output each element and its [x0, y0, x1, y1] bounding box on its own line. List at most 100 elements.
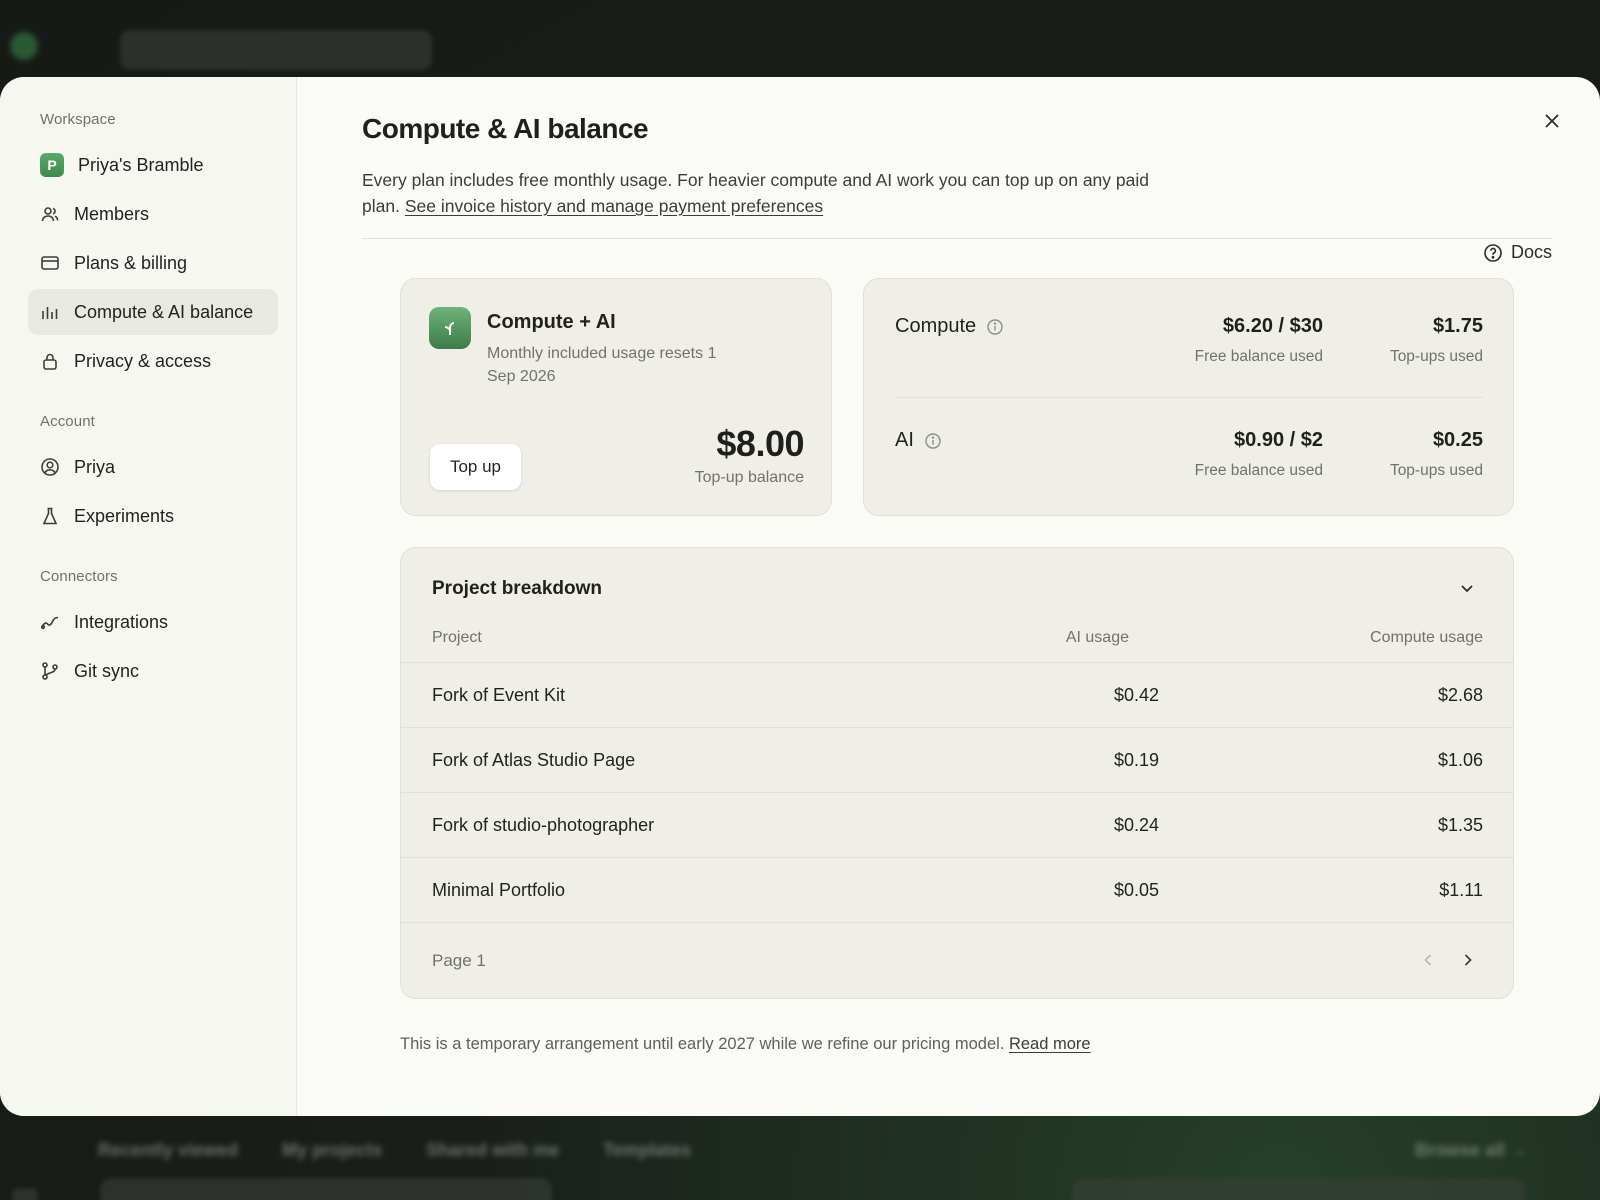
sidebar-item-label: Experiments — [74, 505, 175, 526]
sidebar-item-workspace[interactable]: P Priya's Bramble — [28, 142, 278, 188]
usage-name-label: AI — [895, 429, 914, 451]
chevron-right-icon — [1464, 954, 1472, 966]
cell-project: Fork of Atlas Studio Page — [432, 750, 636, 770]
cell-ai-usage: $0.24 — [1113, 815, 1159, 835]
usage-name-label: Compute — [895, 315, 977, 337]
background-tab: Shared with me — [426, 1140, 560, 1160]
project-breakdown: Project breakdown Project AI usage Compu… — [400, 547, 1514, 999]
free-balance-label: Free balance used — [1194, 462, 1323, 479]
next-page-button[interactable] — [1457, 949, 1479, 971]
workspace-avatar: P — [40, 153, 64, 177]
sidebar-section-account: Account — [40, 413, 95, 430]
main-content: Compute & AI balance Every plan includes… — [297, 77, 1600, 1116]
usage-card: Compute $6.20 / $30 Free balance used $1… — [863, 278, 1514, 516]
balance-cards: Compute + AI Monthly included usage rese… — [400, 278, 1514, 516]
background-tab: My projects — [282, 1140, 383, 1160]
cell-project: Fork of studio-photographer — [432, 815, 655, 835]
free-balance-col: $0.90 / $2 Free balance used — [1195, 429, 1323, 480]
topup-balance-amount: $8.00 — [716, 423, 804, 464]
usage-name: Compute — [895, 315, 1004, 338]
sidebar-item-members[interactable]: Members — [28, 191, 278, 237]
sidebar-section-workspace: Workspace — [40, 111, 116, 128]
sidebar-section-connectors: Connectors — [40, 568, 118, 585]
sidebar-item-git-sync[interactable]: Git sync — [28, 648, 278, 694]
free-balance-col: $6.20 / $30 Free balance used — [1195, 315, 1323, 366]
usage-row-ai: AI $0.90 / $2 Free balance used $0.25 To… — [895, 429, 1483, 519]
breakdown-title: Project breakdown — [432, 578, 602, 599]
invoice-history-link[interactable]: See invoice history and manage payment p… — [405, 196, 823, 216]
sidebar-item-label: Members — [74, 203, 150, 224]
cell-project: Minimal Portfolio — [432, 880, 566, 900]
sidebar-item-label: Integrations — [74, 611, 169, 632]
free-balance-value: $0.90 / $2 — [1234, 429, 1323, 451]
lock-icon — [43, 353, 57, 370]
help-circle-icon — [1484, 243, 1502, 262]
sidebar-item-integrations[interactable]: Integrations — [28, 599, 278, 645]
user-circle-icon — [41, 458, 59, 476]
collapse-toggle[interactable] — [1457, 578, 1477, 598]
cell-ai-usage: $0.19 — [1113, 750, 1159, 770]
git-branch-icon — [42, 662, 58, 680]
settings-sidebar: Workspace P Priya's Bramble Members Plan… — [0, 77, 297, 1116]
background-card — [100, 1178, 552, 1200]
table-row[interactable]: Fork of Event Kit $0.42 $2.68 — [401, 662, 1513, 727]
free-balance-label: Free balance used — [1194, 348, 1323, 365]
cell-ai-usage: $0.05 — [1113, 880, 1159, 900]
chevron-down-icon — [1461, 585, 1473, 593]
chevron-left-icon — [1424, 954, 1432, 966]
info-icon[interactable] — [924, 432, 942, 450]
plan-card: Compute + AI Monthly included usage rese… — [400, 278, 832, 516]
page-indicator: Page 1 — [432, 951, 486, 970]
plan-icon — [429, 307, 471, 349]
close-button[interactable] — [1540, 109, 1564, 133]
sidebar-item-label: Plans & billing — [74, 252, 188, 273]
sidebar-item-plans-billing[interactable]: Plans & billing — [28, 240, 278, 286]
free-balance-value: $6.20 / $30 — [1222, 315, 1323, 337]
sidebar-item-label: Git sync — [74, 660, 140, 681]
close-icon — [1545, 114, 1559, 128]
background-card — [1072, 1178, 1526, 1200]
table-row[interactable]: Fork of Atlas Studio Page $0.19 $1.06 — [401, 727, 1513, 792]
flask-icon — [42, 507, 58, 525]
sidebar-item-label: Priya's Bramble — [78, 154, 204, 175]
table-row[interactable]: Fork of studio-photographer $0.24 $1.35 — [401, 792, 1513, 857]
usage-row-compute: Compute $6.20 / $30 Free balance used $1… — [895, 315, 1483, 405]
bar-chart-icon — [42, 307, 58, 319]
sprout-icon — [444, 322, 455, 335]
sidebar-item-privacy-access[interactable]: Privacy & access — [28, 338, 278, 384]
topup-balance-label: Top-up balance — [694, 469, 804, 486]
docs-label: Docs — [1510, 242, 1552, 262]
usage-divider — [895, 397, 1483, 398]
table-header: Project AI usage Compute usage — [432, 629, 1483, 649]
page-title: Compute & AI balance — [362, 113, 649, 144]
sidebar-item-experiments[interactable]: Experiments — [28, 493, 278, 539]
top-up-button[interactable]: Top up — [430, 444, 521, 490]
cell-compute-usage: $1.35 — [1437, 815, 1483, 835]
table-row[interactable]: Minimal Portfolio $0.05 $1.11 — [401, 857, 1513, 922]
link-icon — [40, 616, 59, 630]
topups-used-label: Top-ups used — [1389, 348, 1483, 365]
docs-link[interactable]: Docs — [1483, 242, 1552, 263]
read-more-link[interactable]: Read more — [1009, 1035, 1091, 1053]
topups-used-col: $0.25 Top-ups used — [1390, 429, 1483, 480]
sidebar-item-label: Priya — [74, 456, 116, 477]
sidebar-item-compute-ai-balance[interactable]: Compute & AI balance — [28, 289, 278, 335]
previous-page-button[interactable] — [1417, 949, 1439, 971]
column-header-ai-usage: AI usage — [1065, 629, 1129, 646]
background-sidebar-item — [12, 1188, 38, 1200]
topups-used-col: $1.75 Top-ups used — [1390, 315, 1483, 366]
topups-used-label: Top-ups used — [1389, 462, 1483, 479]
cell-project: Fork of Event Kit — [432, 685, 566, 705]
table-body: Fork of Event Kit $0.42 $2.68 Fork of At… — [401, 662, 1513, 922]
sidebar-item-label: Privacy & access — [74, 350, 212, 371]
cell-ai-usage: $0.42 — [1113, 685, 1159, 705]
background-browse-all: Browse all → — [1414, 1140, 1528, 1160]
page-description: Every plan includes free monthly usage. … — [362, 167, 1182, 219]
cell-compute-usage: $1.11 — [1439, 880, 1483, 900]
plan-name: Compute + AI — [487, 311, 616, 333]
info-icon[interactable] — [986, 318, 1004, 336]
header-divider — [362, 238, 1552, 239]
sidebar-item-priya[interactable]: Priya — [28, 444, 278, 490]
column-header-compute-usage: Compute usage — [1370, 629, 1483, 646]
pricing-footnote: This is a temporary arrangement until ea… — [400, 1035, 1091, 1054]
